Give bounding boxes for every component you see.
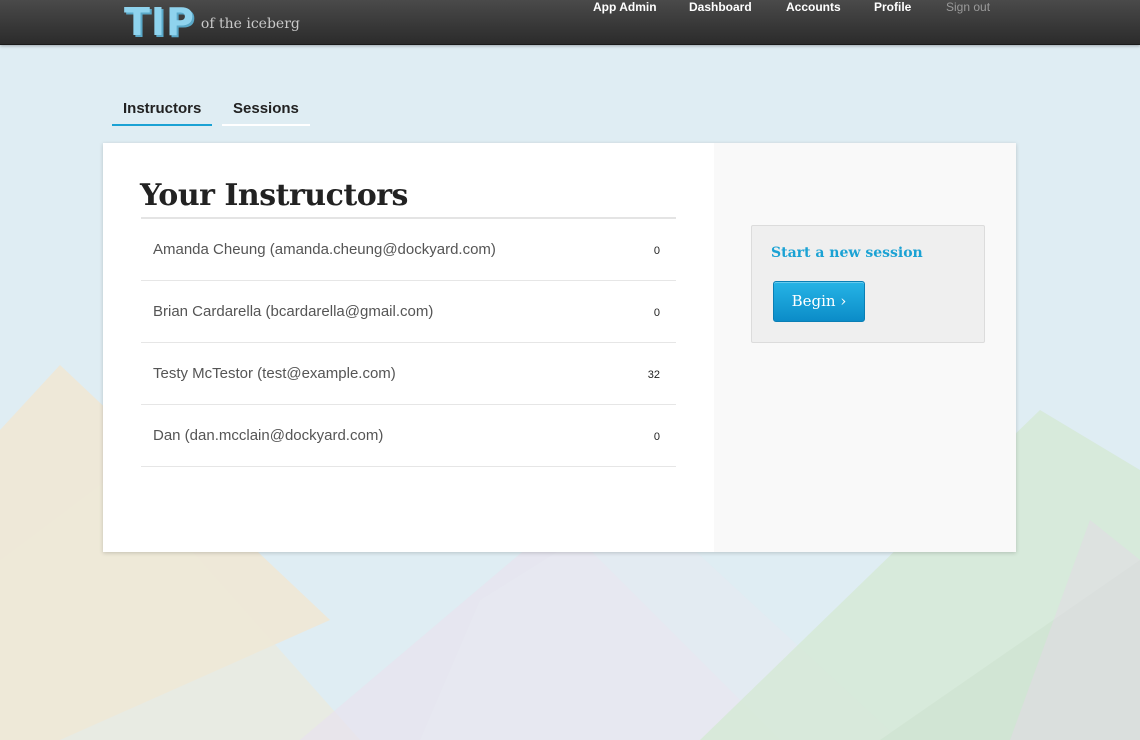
nav-app-admin[interactable]: App Admin (593, 0, 657, 14)
begin-button[interactable]: Begin › (773, 281, 865, 322)
list-item[interactable]: Dan (dan.mcclain@dockyard.com) 0 (141, 405, 676, 467)
list-item[interactable]: Brian Cardarella (bcardarella@gmail.com)… (141, 281, 676, 343)
nav-dashboard[interactable]: Dashboard (689, 0, 752, 14)
session-count: 0 (653, 431, 660, 443)
instructor-name: Brian Cardarella (bcardarella@gmail.com) (153, 303, 434, 320)
top-navbar: TIP of the iceberg App Admin Dashboard A… (0, 0, 1140, 45)
logo-mark: TIP (124, 0, 195, 44)
session-count: 0 (653, 245, 660, 257)
instructor-name: Testy McTestor (test@example.com) (153, 365, 396, 382)
instructor-name: Amanda Cheung (amanda.cheung@dockyard.co… (153, 241, 496, 258)
list-item[interactable]: Amanda Cheung (amanda.cheung@dockyard.co… (141, 219, 676, 281)
instructor-name: Dan (dan.mcclain@dockyard.com) (153, 427, 384, 444)
nav-accounts[interactable]: Accounts (786, 0, 841, 14)
brand-logo[interactable]: TIP of the iceberg (124, 0, 300, 44)
list-item[interactable]: Testy McTestor (test@example.com) 32 (141, 343, 676, 405)
new-session-panel: Start a new session Begin › (751, 225, 985, 343)
nav-profile[interactable]: Profile (874, 0, 911, 14)
tab-sessions[interactable]: Sessions (222, 100, 310, 126)
session-count: 32 (647, 369, 660, 381)
nav-sign-out[interactable]: Sign out (946, 0, 990, 14)
logo-tagline: of the iceberg (200, 16, 300, 32)
instructors-card: Your Instructors Amanda Cheung (amanda.c… (103, 143, 1016, 552)
tab-instructors[interactable]: Instructors (112, 100, 213, 126)
new-session-title: Start a new session (771, 245, 923, 261)
card-sidebar (714, 143, 1016, 552)
session-count: 0 (653, 307, 660, 319)
page-title: Your Instructors (140, 178, 408, 213)
instructor-list: Amanda Cheung (amanda.cheung@dockyard.co… (141, 217, 676, 467)
